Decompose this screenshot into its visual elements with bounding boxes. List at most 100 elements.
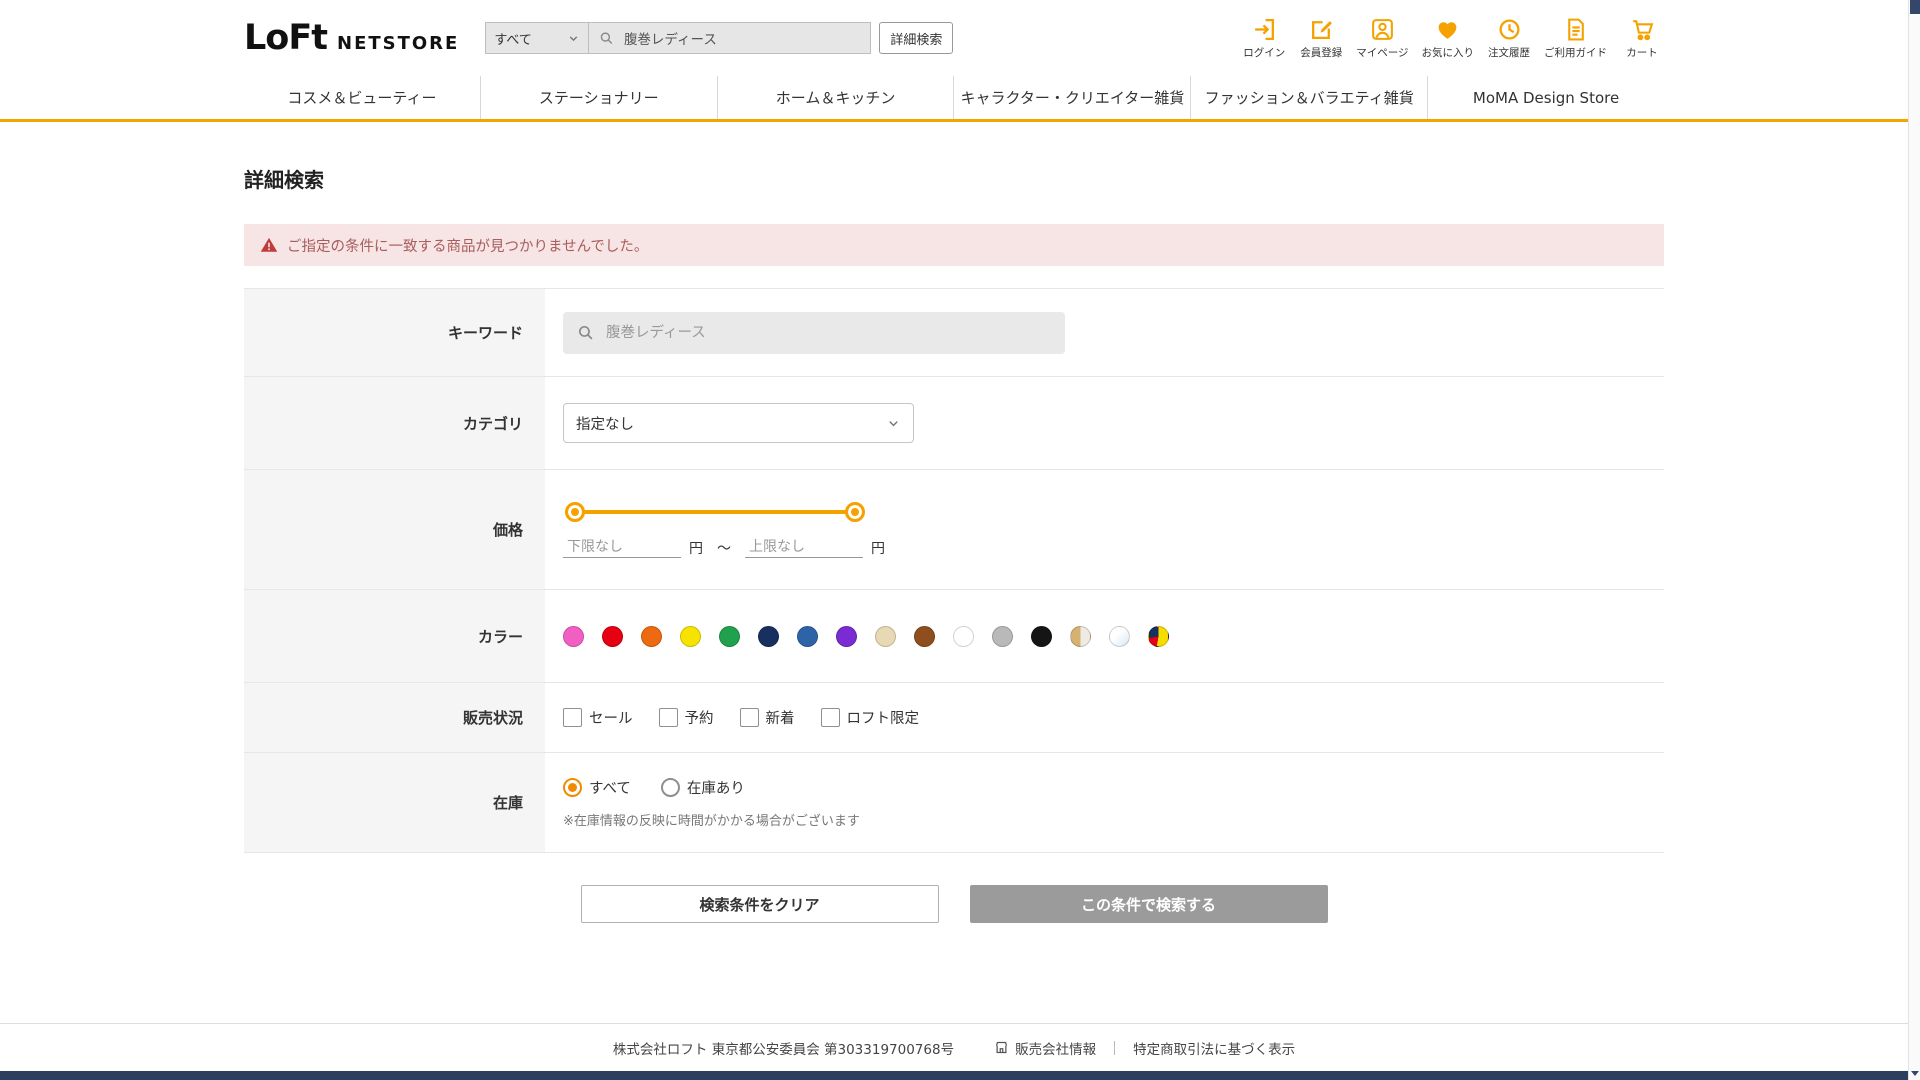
utility-label: マイページ [1356, 46, 1409, 59]
utility-mypage[interactable]: マイページ [1356, 17, 1409, 60]
swatch-multicolor[interactable] [1148, 625, 1169, 647]
swatch-pink[interactable] [563, 625, 584, 647]
radio-button [660, 777, 680, 797]
category-nav: コスメ＆ビューティー ステーショナリー ホーム＆キッチン キャラクター・クリエイ… [0, 76, 1908, 122]
swatch-red[interactable] [602, 625, 623, 647]
header-search-group: すべて 詳細検索 [485, 22, 954, 54]
checkbox-new-arrival[interactable]: 新着 [739, 707, 795, 728]
nav-item-stationery[interactable]: ステーショナリー [479, 76, 717, 119]
keyword-input[interactable] [604, 323, 1051, 342]
warning-icon [260, 237, 278, 252]
footer-company-registration: 株式会社ロフト 東京都公安委員会 第303319700768号 [612, 1041, 955, 1058]
checkbox-sale[interactable]: セール [563, 707, 633, 728]
utility-label: ログイン [1243, 46, 1286, 59]
swatch-yellow[interactable] [680, 625, 701, 647]
swatch-gold-silver[interactable] [1070, 625, 1091, 647]
footer-dark-bar [0, 1071, 1908, 1080]
nav-item-home-kitchen[interactable]: ホーム＆キッチン [716, 76, 954, 119]
price-slider-handle-max[interactable] [845, 502, 865, 522]
swatch-beige[interactable] [875, 625, 896, 647]
logo-netstore-text: NETSTORE [337, 33, 460, 54]
swatch-purple[interactable] [836, 625, 857, 647]
color-label: カラー [244, 590, 545, 682]
swatch-clear[interactable] [1109, 625, 1130, 647]
stock-note: ※在庫情報の反映に時間がかかる場合がございます [563, 813, 860, 829]
page: LoFt NETSTORE すべて 詳細検索 [0, 0, 1920, 1080]
search-scope-select[interactable]: すべて [485, 22, 590, 54]
sales-status-label: 販売状況 [244, 683, 545, 752]
price-unit-max: 円 [871, 540, 885, 557]
utility-cart[interactable]: カート [1620, 17, 1664, 60]
footer-links: 株式会社ロフト 東京都公安委員会 第303319700768号 販売会社情報 特… [0, 1023, 1908, 1071]
header-search-box [589, 22, 872, 54]
swatch-black[interactable] [1031, 625, 1052, 647]
loft-logo[interactable]: LoFt NETSTORE [244, 18, 459, 58]
swatch-navy[interactable] [758, 625, 779, 647]
checkbox-box [820, 708, 840, 727]
footer-link-company-info[interactable]: 販売会社情報 [994, 1038, 1096, 1058]
nav-item-cosme[interactable]: コスメ＆ビューティー [244, 76, 480, 119]
search-icon [601, 32, 613, 44]
price-label: 価格 [244, 470, 545, 589]
swatch-green[interactable] [719, 625, 740, 647]
nav-item-character[interactable]: キャラクター・クリエイター雑貨 [953, 76, 1190, 119]
category-select[interactable]: 指定なし [563, 403, 914, 443]
utility-guide[interactable]: ご利用ガイド [1544, 17, 1607, 60]
scrollbar-thumb[interactable] [1910, 0, 1920, 14]
checkbox-label: 予約 [684, 711, 714, 727]
checkbox-label: ロフト限定 [846, 711, 920, 727]
sales-status-options: セール 予約 新着 ロフト限定 [563, 707, 919, 728]
checkbox-box [563, 708, 582, 727]
advanced-search-form: キーワード カテゴリ 指定なし [244, 288, 1664, 853]
no-results-message: ご指定の条件に一致する商品が見つかりませんでした。 [287, 238, 649, 255]
nav-item-fashion[interactable]: ファッション＆バラエティ雑貨 [1190, 76, 1427, 119]
stock-options: すべて 在庫あり [563, 777, 745, 798]
swatch-gray[interactable] [992, 625, 1013, 647]
history-icon [1499, 19, 1519, 39]
scrollbar-down-button[interactable] [1909, 1066, 1920, 1080]
header-search-input[interactable] [621, 29, 861, 47]
heart-icon [1438, 21, 1457, 39]
swatch-blue[interactable] [797, 625, 818, 647]
color-swatches [563, 625, 1169, 647]
radio-stock-available[interactable]: 在庫あり [660, 777, 745, 798]
logo-loft-text: LoFt [244, 18, 328, 58]
main-content: 詳細検索 ご指定の条件に一致する商品が見つかりませんでした。 キーワード 腹巻レ… [0, 168, 1908, 923]
radio-label: 在庫あり [686, 780, 745, 797]
swatch-orange[interactable] [641, 625, 662, 647]
utility-login[interactable]: ログイン [1242, 17, 1286, 60]
price-slider-handle-min[interactable] [565, 502, 585, 522]
cart-icon [1632, 19, 1653, 40]
price-slider-track [575, 510, 855, 514]
footer-divider [1114, 1040, 1116, 1055]
form-row-keyword: キーワード [244, 288, 1664, 376]
price-min-input[interactable] [563, 537, 681, 558]
utility-order-history[interactable]: 注文履歴 [1487, 17, 1531, 60]
submit-search-button[interactable]: この条件で検索する [969, 885, 1328, 923]
utility-label: 注文履歴 [1488, 46, 1530, 59]
swatch-white[interactable] [953, 625, 974, 647]
footer-link-commercial-law[interactable]: 特定商取引法に基づく表示 [1133, 1038, 1295, 1058]
form-row-price: 価格 円 ～ 円 [244, 469, 1664, 589]
checkbox-loft-exclusive[interactable]: ロフト限定 [820, 707, 920, 728]
radio-label: すべて [589, 780, 631, 797]
swatch-brown[interactable] [914, 625, 935, 647]
price-separator: ～ [717, 540, 731, 557]
utility-register[interactable]: 会員登録 [1299, 17, 1343, 60]
vertical-scrollbar[interactable] [1908, 0, 1920, 1080]
utility-label: 会員登録 [1300, 46, 1343, 59]
utility-favorites[interactable]: お気に入り [1422, 17, 1474, 60]
nav-item-moma[interactable]: MoMA Design Store [1427, 76, 1664, 119]
store-icon [995, 1041, 1008, 1054]
advanced-search-button[interactable]: 詳細検索 [879, 22, 954, 54]
clear-search-button[interactable]: 検索条件をクリア [580, 885, 939, 923]
radio-stock-all[interactable]: すべて [563, 777, 631, 798]
search-scope-value: すべて [494, 32, 532, 48]
category-label: カテゴリ [244, 377, 545, 469]
price-max-input[interactable] [745, 537, 863, 558]
site-header: LoFt NETSTORE すべて 詳細検索 [0, 0, 1908, 76]
category-select-value: 指定なし [576, 416, 634, 433]
keyword-input-wrap [563, 311, 1065, 354]
form-row-color: カラー [244, 589, 1664, 682]
checkbox-reservation[interactable]: 予約 [658, 707, 714, 728]
